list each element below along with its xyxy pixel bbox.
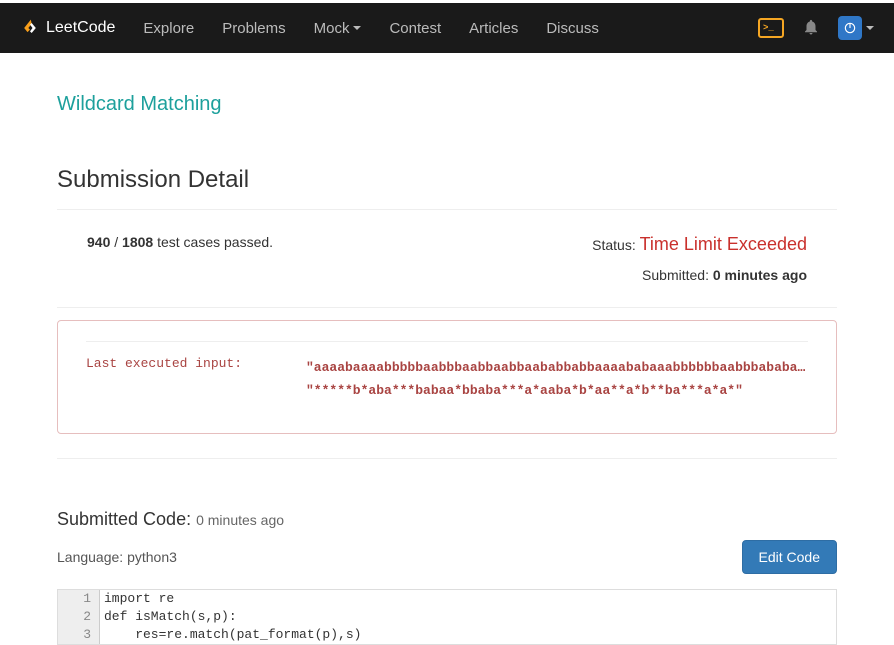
brand-text: LeetCode [46,19,115,37]
line-number: 2 [58,608,100,626]
status-label: Status: [592,237,639,253]
main-container: Wildcard Matching Submission Detail 940 … [47,93,847,645]
section-title: Submission Detail [57,166,837,194]
submitted-code-title: Submitted Code: [57,509,196,529]
caret-down-icon [866,26,874,30]
divider [57,458,837,459]
input-line-2: "*****b*aba***babaa*bbaba***a*aaba*b*aa*… [306,379,808,402]
total-count: 1808 [122,234,153,250]
code-line: 3 res=re.match(pat_format(p),s) [58,626,836,644]
passed-suffix: test cases passed. [153,234,273,250]
line-number: 3 [58,626,100,644]
terminal-icon[interactable] [758,18,784,38]
caret-down-icon [353,26,361,30]
nav-discuss[interactable]: Discuss [546,20,599,37]
nav-problems[interactable]: Problems [222,20,285,37]
code-text: res=re.match(pat_format(p),s) [100,626,361,644]
submitted-code-ago: 0 minutes ago [196,512,284,528]
nav-explore[interactable]: Explore [143,20,194,37]
line-number: 1 [58,590,100,608]
code-block: 1 import re 2 def isMatch(s,p): 3 res=re… [57,589,837,645]
leetcode-icon [20,18,40,38]
language-label: Language: [57,549,127,565]
code-line: 2 def isMatch(s,p): [58,608,836,626]
language-text: Language: python3 [57,549,177,565]
language-row: Language: python3 Edit Code [57,540,837,574]
logo[interactable]: LeetCode [20,18,115,38]
nav-contest[interactable]: Contest [389,20,441,37]
user-menu[interactable] [838,16,874,40]
submitted-value: 0 minutes ago [713,267,807,283]
nav-mock[interactable]: Mock [314,20,362,37]
input-line-1: "aaaabaaaabbbbbaabbbaabbaabbaababbabbaaa… [306,356,808,379]
nav-mock-label: Mock [314,20,350,37]
last-input-label: Last executed input: [86,356,266,403]
problem-title-link[interactable]: Wildcard Matching [57,93,837,116]
power-icon [838,16,862,40]
submitted-label: Submitted: [642,267,713,283]
passed-count: 940 [87,234,110,250]
language-value: python3 [127,549,177,565]
code-text: import re [100,590,174,608]
status-right: Status: Time Limit Exceeded Submitted: 0… [592,234,807,283]
testcases-passed: 940 / 1808 test cases passed. [87,234,273,250]
nav-articles[interactable]: Articles [469,20,518,37]
nav-right [758,16,874,40]
status-value: Time Limit Exceeded [640,234,807,254]
submitted-code-header: Submitted Code: 0 minutes ago [57,509,837,530]
code-text: def isMatch(s,p): [100,608,237,626]
status-panel: 940 / 1808 test cases passed. Status: Ti… [57,210,837,308]
bell-icon[interactable] [802,18,820,39]
error-box: Last executed input: "aaaabaaaabbbbbaabb… [57,320,837,434]
top-nav: LeetCode Explore Problems Mock Contest A… [0,3,894,53]
edit-code-button[interactable]: Edit Code [742,540,837,574]
nav-left: LeetCode Explore Problems Mock Contest A… [20,18,599,38]
last-input-content: "aaaabaaaabbbbbaabbbaabbaabbaababbabbaaa… [306,356,808,403]
code-line: 1 import re [58,590,836,608]
